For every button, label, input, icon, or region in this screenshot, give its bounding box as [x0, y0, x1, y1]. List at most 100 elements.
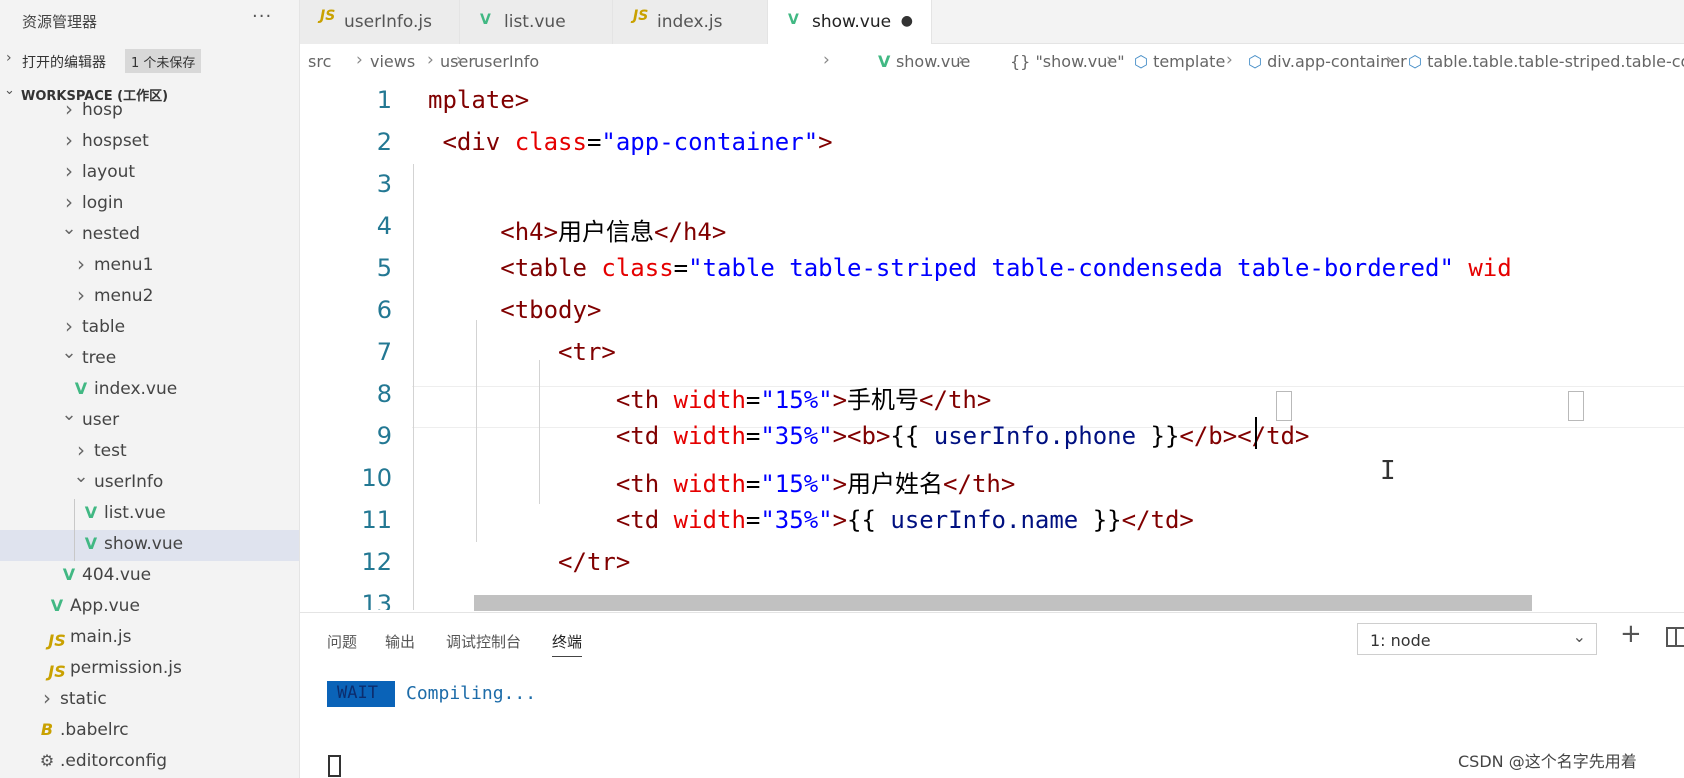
js-file-icon: JS: [633, 8, 649, 24]
indent-guide: [539, 360, 540, 504]
tree-item-menu1[interactable]: menu1: [0, 251, 299, 282]
chevron-right-icon: [72, 441, 90, 465]
more-actions-icon[interactable]: ···: [252, 6, 272, 27]
line-number: 7: [376, 338, 392, 366]
tab-userinfo-js[interactable]: JS userInfo.js: [300, 0, 460, 44]
tree-item-userinfo[interactable]: userInfo: [0, 468, 299, 499]
code-token: "app-container": [601, 128, 819, 156]
breadcrumb-label: template: [1153, 52, 1226, 71]
chevron-down-icon: [60, 224, 78, 245]
code-editor[interactable]: 1 mplate> 2 <div class="app-container"> 3 4 …: [300, 80, 1684, 610]
breadcrumb-item[interactable]: userInfo: [474, 52, 539, 71]
code-token: =: [745, 422, 761, 450]
vue-file-icon: V: [878, 52, 896, 71]
breadcrumb-item[interactable]: V show.vue: [878, 52, 970, 71]
js-file-icon: JS: [48, 631, 66, 650]
code-token: userInfo.name: [890, 506, 1079, 534]
tree-item-table[interactable]: table: [0, 313, 299, 344]
code-token: class: [514, 128, 587, 156]
line-number: 1: [376, 86, 392, 114]
breadcrumb-item[interactable]: ⬡ div.app-container: [1248, 52, 1407, 71]
open-editors-label: 打开的编辑器: [22, 55, 106, 71]
tree-item-nested[interactable]: nested: [0, 220, 299, 251]
breadcrumb-item[interactable]: views: [370, 52, 415, 71]
tree-item-permission-js[interactable]: JS permission.js: [0, 654, 299, 685]
code-text: <th width="15%">用户姓名</th>: [428, 464, 1015, 499]
tree-item-test[interactable]: test: [0, 437, 299, 468]
tree-item-404-vue[interactable]: V 404.vue: [0, 561, 299, 592]
code-token: "15%": [760, 386, 833, 414]
line-number: 13: [361, 590, 392, 610]
unsaved-dot-icon[interactable]: ●: [901, 13, 913, 29]
tab-show-vue[interactable]: Vshow.vue ●: [768, 0, 932, 44]
tree-item-tree[interactable]: tree: [0, 344, 299, 375]
code-token: width: [673, 386, 746, 414]
code-token: >: [818, 128, 833, 156]
unsaved-badge: 1 个未保存: [125, 49, 202, 73]
open-editors-section[interactable]: › 打开的编辑器 1 个未保存: [0, 46, 299, 76]
code-token: <div: [428, 128, 515, 156]
code-token: width: [673, 422, 746, 450]
tab-label: userInfo.js: [344, 12, 432, 32]
code-token: <th: [428, 470, 674, 498]
tree-item-login[interactable]: login: [0, 189, 299, 220]
tree-item-show-vue[interactable]: Vshow.vue: [0, 530, 299, 561]
panel-tab-problems[interactable]: 问题: [327, 631, 357, 652]
tree-item-user[interactable]: user: [0, 406, 299, 437]
tree-item-menu2[interactable]: menu2: [0, 282, 299, 313]
panel-tab-debug-console[interactable]: 调试控制台: [446, 631, 521, 652]
breadcrumb-item[interactable]: src: [308, 52, 331, 71]
breadcrumb-item[interactable]: ⬡ table.table.table-striped.table-conden…: [1408, 52, 1684, 71]
vue-file-icon: V: [84, 534, 98, 553]
tab-list-vue[interactable]: Vlist.vue: [460, 0, 613, 44]
split-terminal-icon[interactable]: [1666, 627, 1684, 647]
code-token: "35%": [760, 506, 833, 534]
code-token: <tr>: [428, 338, 616, 366]
breadcrumb-label: src: [308, 52, 332, 71]
tree-item-index-vue[interactable]: Vindex.vue: [0, 375, 299, 406]
explorer-title: 资源管理器: [22, 13, 98, 31]
tree-item-app-vue[interactable]: V App.vue: [0, 592, 299, 623]
indent-guide: [74, 530, 75, 561]
tree-item-list-vue[interactable]: Vlist.vue: [0, 499, 299, 530]
chevron-down-icon: [60, 348, 78, 369]
code-token: {{: [890, 422, 934, 450]
vue-file-icon: V: [62, 565, 76, 584]
tree-item-label: hosp: [82, 100, 123, 120]
tree-item-label: layout: [82, 162, 136, 182]
breadcrumb-item[interactable]: ⬡ template: [1134, 52, 1225, 71]
mouse-ibeam-cursor-icon: I: [1380, 456, 1396, 486]
tree-item-layout[interactable]: layout: [0, 158, 299, 189]
tree-item-main-js[interactable]: JS main.js: [0, 623, 299, 654]
vue-file-icon: V: [788, 12, 799, 28]
tree-item-babelrc[interactable]: B .babelrc: [0, 716, 299, 747]
panel-tab-terminal[interactable]: 终端: [552, 631, 583, 657]
line-number: 2: [376, 128, 392, 156]
tab-index-js[interactable]: JS index.js: [613, 0, 768, 44]
code-token: 用户信息: [558, 218, 655, 246]
panel-tab-output[interactable]: 输出: [385, 631, 415, 652]
compiling-text: Compiling...: [406, 683, 537, 704]
tree-item-label: table: [82, 317, 126, 337]
code-token: =: [673, 254, 689, 282]
chevron-down-icon: [60, 410, 78, 431]
new-terminal-plus-icon[interactable]: +: [1620, 619, 1642, 649]
chevron-right-icon: [60, 193, 78, 217]
tree-item-editorconfig[interactable]: ⚙ .editorconfig: [0, 747, 299, 778]
tree-item-label: static: [60, 689, 107, 709]
code-token: }}: [1078, 506, 1122, 534]
tree-item-label: nested: [82, 224, 141, 244]
horizontal-scrollbar[interactable]: [474, 595, 1532, 611]
line-number: 12: [361, 548, 392, 576]
code-token: <td: [428, 506, 674, 534]
vue-file-icon: V: [84, 503, 98, 522]
tree-item-label: .editorconfig: [60, 751, 168, 771]
code-token: <table: [428, 254, 602, 282]
terminal-select[interactable]: 1: node ⌄: [1357, 623, 1597, 655]
tree-item-hosp[interactable]: hosp: [0, 96, 299, 127]
tree-item-label: test: [94, 441, 127, 461]
tree-item-hospset[interactable]: hospset: [0, 127, 299, 158]
code-token: "15%": [760, 470, 833, 498]
wait-badge: WAIT: [327, 681, 395, 707]
tree-item-static[interactable]: static: [0, 685, 299, 716]
